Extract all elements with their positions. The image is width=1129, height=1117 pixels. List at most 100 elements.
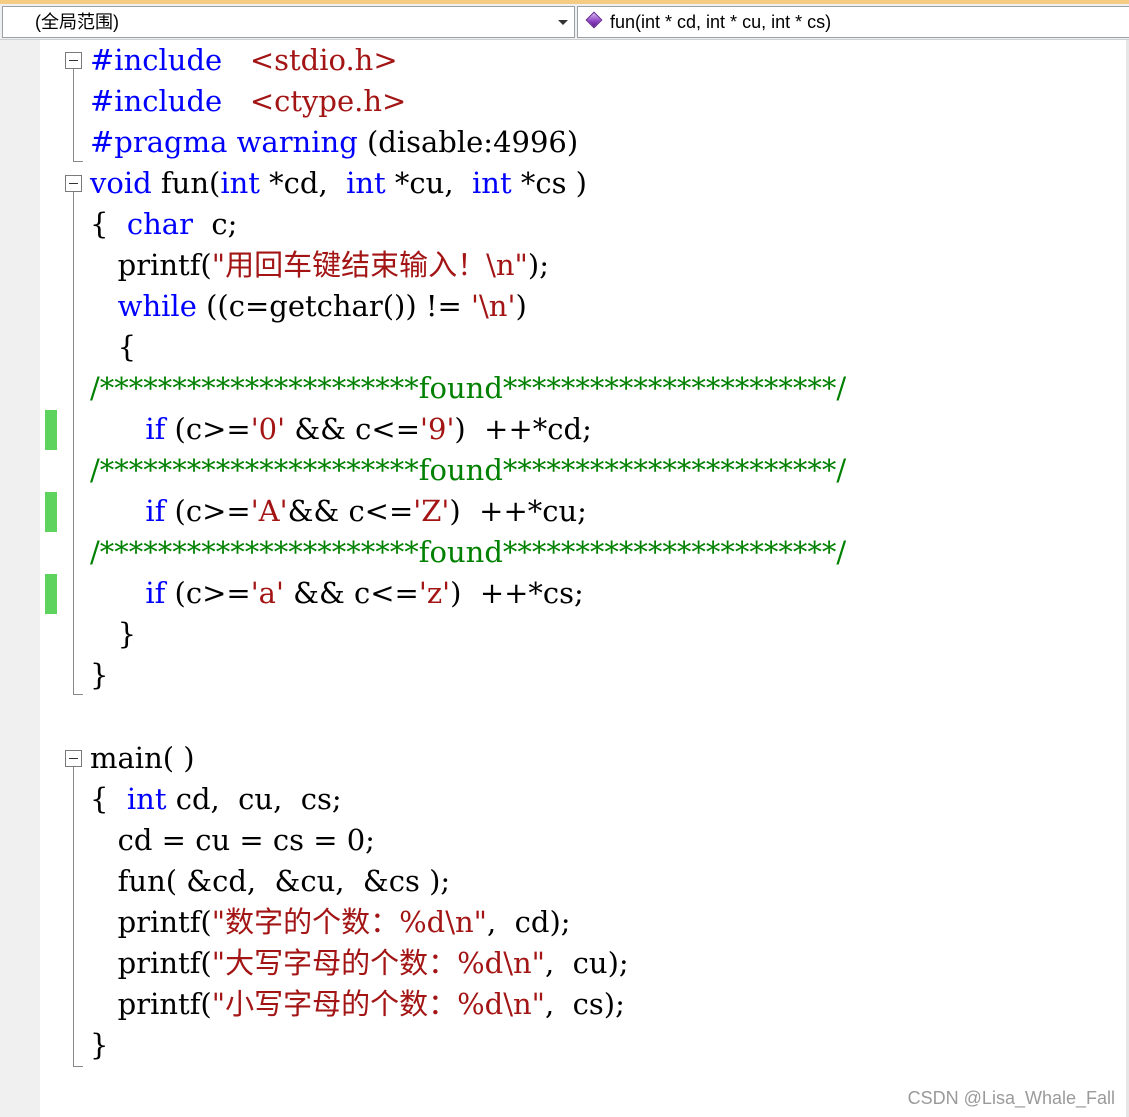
code-text: c; — [192, 207, 238, 241]
watermark: CSDN @Lisa_Whale_Fall — [907, 1088, 1115, 1108]
char-literal: '\n' — [471, 289, 516, 323]
string-literal: "小写字母的个数：%d\n" — [211, 987, 545, 1021]
code-text: ) — [515, 289, 527, 323]
code-line[interactable]: printf("大写字母的个数：%d\n", cu); — [90, 943, 629, 984]
code-text: *cs ) — [511, 166, 587, 200]
code-line[interactable]: printf("用回车键结束输入！\n"); — [90, 245, 549, 286]
code-line[interactable]: } — [90, 655, 108, 696]
char-literal: 'A' — [250, 494, 288, 528]
code-line[interactable]: { char c; — [90, 204, 237, 245]
member-label: fun(int * cd, int * cu, int * cs) — [610, 12, 832, 32]
member-dropdown[interactable]: fun(int * cd, int * cu, int * cs) — [577, 6, 1129, 38]
code-line[interactable]: cd = cu = cs = 0; — [90, 820, 375, 861]
code-text: *cu, — [385, 166, 473, 200]
keyword: void — [90, 166, 152, 200]
tab-accent-strip — [0, 0, 1129, 4]
keyword: if — [145, 576, 166, 610]
change-marker — [45, 410, 57, 450]
code-text: { — [90, 207, 127, 241]
collapse-icon[interactable] — [65, 750, 82, 767]
code-line[interactable]: main( ) — [90, 738, 195, 779]
code-text: cd, cu, cs; — [166, 782, 342, 816]
code-text: printf( — [90, 248, 212, 282]
code-line[interactable]: } — [90, 1025, 108, 1066]
code-line[interactable]: printf("数字的个数：%d\n", cd); — [90, 902, 571, 943]
keyword: if — [145, 412, 166, 446]
change-marker — [45, 574, 57, 614]
code-text: { — [90, 782, 127, 816]
code-text: *cd, — [259, 166, 347, 200]
keyword: int — [346, 166, 386, 200]
code-line[interactable]: printf("小写字母的个数：%d\n", cs); — [90, 984, 625, 1025]
editor-gutter — [0, 40, 40, 1117]
fold-guide — [73, 192, 74, 694]
code-line[interactable]: } — [90, 614, 136, 655]
code-text: , cd); — [487, 905, 571, 939]
char-literal: '9' — [420, 412, 455, 446]
code-line[interactable]: #include <stdio.h> — [90, 40, 398, 81]
code-text: ); — [527, 248, 549, 282]
string-literal: "大写字母的个数：%d\n" — [211, 946, 545, 980]
code-editor[interactable]: #include <stdio.h> #include <ctype.h> #p… — [0, 40, 1129, 1117]
code-text: && c<= — [285, 412, 421, 446]
scope-dropdown[interactable]: (全局范围) — [2, 6, 575, 38]
code-text: , cs); — [545, 987, 625, 1021]
code-line[interactable]: fun( &cd, &cu, &cs ); — [90, 861, 451, 902]
keyword: char — [126, 207, 193, 241]
code-line[interactable]: if (c>='A'&& c<='Z') ++*cu; — [90, 491, 587, 532]
code-text: ((c=getchar()) != — [196, 289, 472, 323]
method-icon — [585, 11, 603, 29]
char-literal: '0' — [250, 412, 286, 446]
code-line[interactable]: #include <ctype.h> — [90, 81, 406, 122]
code-line[interactable]: if (c>='a' && c<='z') ++*cs; — [90, 573, 584, 614]
collapse-icon[interactable] — [65, 175, 82, 192]
scope-label: (全局范围) — [35, 12, 119, 32]
keyword: if — [145, 494, 166, 528]
fold-guide-end — [73, 161, 83, 162]
code-text: ) ++*cu; — [449, 494, 587, 528]
code-text: ) ++*cd; — [454, 412, 592, 446]
string-literal: "数字的个数：%d\n" — [211, 905, 487, 939]
code-line[interactable]: while ((c=getchar()) != '\n') — [90, 286, 527, 327]
fold-guide-end — [73, 1066, 83, 1067]
char-literal: 'z' — [418, 576, 451, 610]
code-text: , cu); — [545, 946, 629, 980]
navigation-bar: (全局范围) fun(int * cd, int * cu, int * cs) — [0, 0, 1129, 40]
pragma-args: (disable:4996) — [357, 125, 579, 159]
code-text: (c>= — [165, 576, 251, 610]
char-literal: 'Z' — [413, 494, 450, 528]
code-line[interactable]: if (c>='0' && c<='9') ++*cd; — [90, 409, 592, 450]
preprocessor-directive: #pragma warning — [90, 125, 358, 159]
chevron-down-icon[interactable] — [558, 20, 568, 25]
include-path: <stdio.h> — [222, 43, 398, 77]
code-text: ) ++*cs; — [450, 576, 584, 610]
fold-guide — [73, 767, 74, 1066]
include-path: <ctype.h> — [222, 84, 407, 118]
found-comment[interactable]: /**********************found************… — [90, 450, 846, 491]
found-comment[interactable]: /**********************found************… — [90, 532, 846, 573]
code-line[interactable]: { — [90, 327, 136, 368]
fold-guide-end — [73, 694, 83, 695]
preprocessor-directive: #include — [90, 43, 223, 77]
code-text: printf( — [90, 905, 212, 939]
code-line[interactable]: { int cd, cu, cs; — [90, 779, 342, 820]
code-text: && c<= — [283, 576, 419, 610]
code-text: printf( — [90, 946, 212, 980]
fold-guide — [73, 69, 74, 162]
keyword: int — [220, 166, 260, 200]
code-text: fun( — [151, 166, 221, 200]
code-text: && c<= — [287, 494, 414, 528]
keyword: while — [117, 289, 197, 323]
string-literal: "用回车键结束输入！\n" — [211, 248, 528, 282]
keyword: int — [472, 166, 512, 200]
collapse-icon[interactable] — [65, 52, 82, 69]
code-text: (c>= — [165, 494, 251, 528]
found-comment[interactable]: /**********************found************… — [90, 368, 846, 409]
code-line[interactable]: void fun(int *cd, int *cu, int *cs ) — [90, 163, 587, 204]
code-line[interactable]: #pragma warning (disable:4996) — [90, 122, 578, 163]
code-text: printf( — [90, 987, 212, 1021]
